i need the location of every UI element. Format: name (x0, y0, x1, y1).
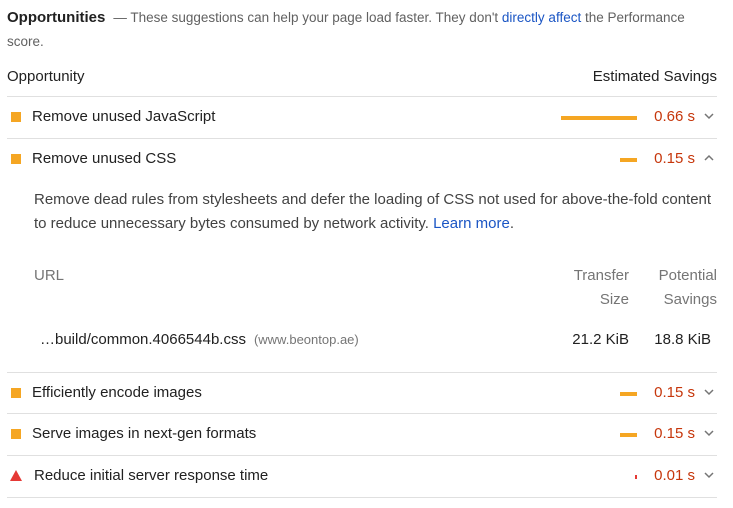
savings-value: 0.01 s (654, 467, 695, 484)
savings-bar (620, 433, 637, 437)
savings-bar (561, 116, 637, 120)
audit-row-remove-unused-javascript[interactable]: Remove unused JavaScript 0.66 s (7, 97, 717, 137)
audit-row-reduce-server-response-time[interactable]: Reduce initial server response time 0.01… (7, 456, 717, 496)
audit-description-text: Remove dead rules from stylesheets and d… (34, 191, 712, 232)
transfer-size-column-header: Transfer Size (574, 264, 629, 312)
transfer-size-header-line2: Size (599, 291, 629, 308)
learn-more-link[interactable]: Learn more (433, 215, 510, 232)
table-cell-transfer-size: 21.2 KiB (572, 331, 629, 348)
audit-label: Remove unused JavaScript (32, 108, 216, 125)
resource-host: (www.beontop.ae) (253, 332, 359, 347)
audit-label: Efficiently encode images (32, 384, 202, 401)
average-score-icon (11, 154, 21, 164)
savings-value: 0.15 s (654, 425, 695, 442)
chevron-down-icon[interactable] (703, 110, 715, 122)
chevron-down-icon[interactable] (703, 427, 715, 439)
audit-label: Remove unused CSS (32, 150, 177, 167)
audit-label: Serve images in next-gen formats (32, 425, 257, 442)
potential-savings-column-header: Potential Savings (659, 264, 717, 312)
chevron-down-icon[interactable] (703, 469, 715, 481)
opportunity-column-header: Opportunity (7, 68, 85, 85)
section-header: Opportunities — These suggestions can hel… (7, 6, 722, 54)
table-cell-potential-savings: 18.8 KiB (654, 331, 711, 348)
table-row-url[interactable]: …build/common.4066544b.css (www.beontop.a… (40, 331, 359, 348)
savings-bar (635, 475, 637, 479)
average-score-icon (11, 429, 21, 439)
column-headers: Opportunity Estimated Savings (7, 66, 717, 90)
audit-row-efficiently-encode-images[interactable]: Efficiently encode images 0.15 s (7, 373, 717, 413)
savings-bar (620, 158, 637, 162)
audit-row-serve-images-next-gen-formats[interactable]: Serve images in next-gen formats 0.15 s (7, 414, 717, 454)
estimated-savings-column-header: Estimated Savings (592, 68, 717, 85)
period: . (509, 215, 514, 232)
divider (7, 497, 717, 498)
url-column-header: URL (34, 267, 65, 284)
average-score-icon (11, 388, 21, 398)
potential-savings-header-line1: Potential (658, 267, 717, 284)
resource-url: …build/common.4066544b.css (40, 331, 246, 348)
savings-bar (620, 392, 637, 396)
audit-row-remove-unused-css[interactable]: Remove unused CSS 0.15 s (7, 139, 717, 179)
savings-value: 0.15 s (654, 150, 695, 167)
fail-score-icon (10, 470, 22, 481)
directly-affect-link[interactable]: directly affect (502, 10, 581, 25)
chevron-up-icon[interactable] (703, 152, 715, 164)
savings-value: 0.15 s (654, 384, 695, 401)
potential-savings-header-line2: Savings (663, 291, 717, 308)
audit-description: Remove dead rules from stylesheets and d… (34, 188, 714, 236)
section-description: — These suggestions can help your page l… (113, 10, 502, 25)
audit-label: Reduce initial server response time (34, 467, 269, 484)
average-score-icon (11, 112, 21, 122)
transfer-size-header-line1: Transfer (573, 267, 629, 284)
savings-value: 0.66 s (654, 108, 695, 125)
section-title: Opportunities (7, 9, 106, 26)
chevron-down-icon[interactable] (703, 386, 715, 398)
